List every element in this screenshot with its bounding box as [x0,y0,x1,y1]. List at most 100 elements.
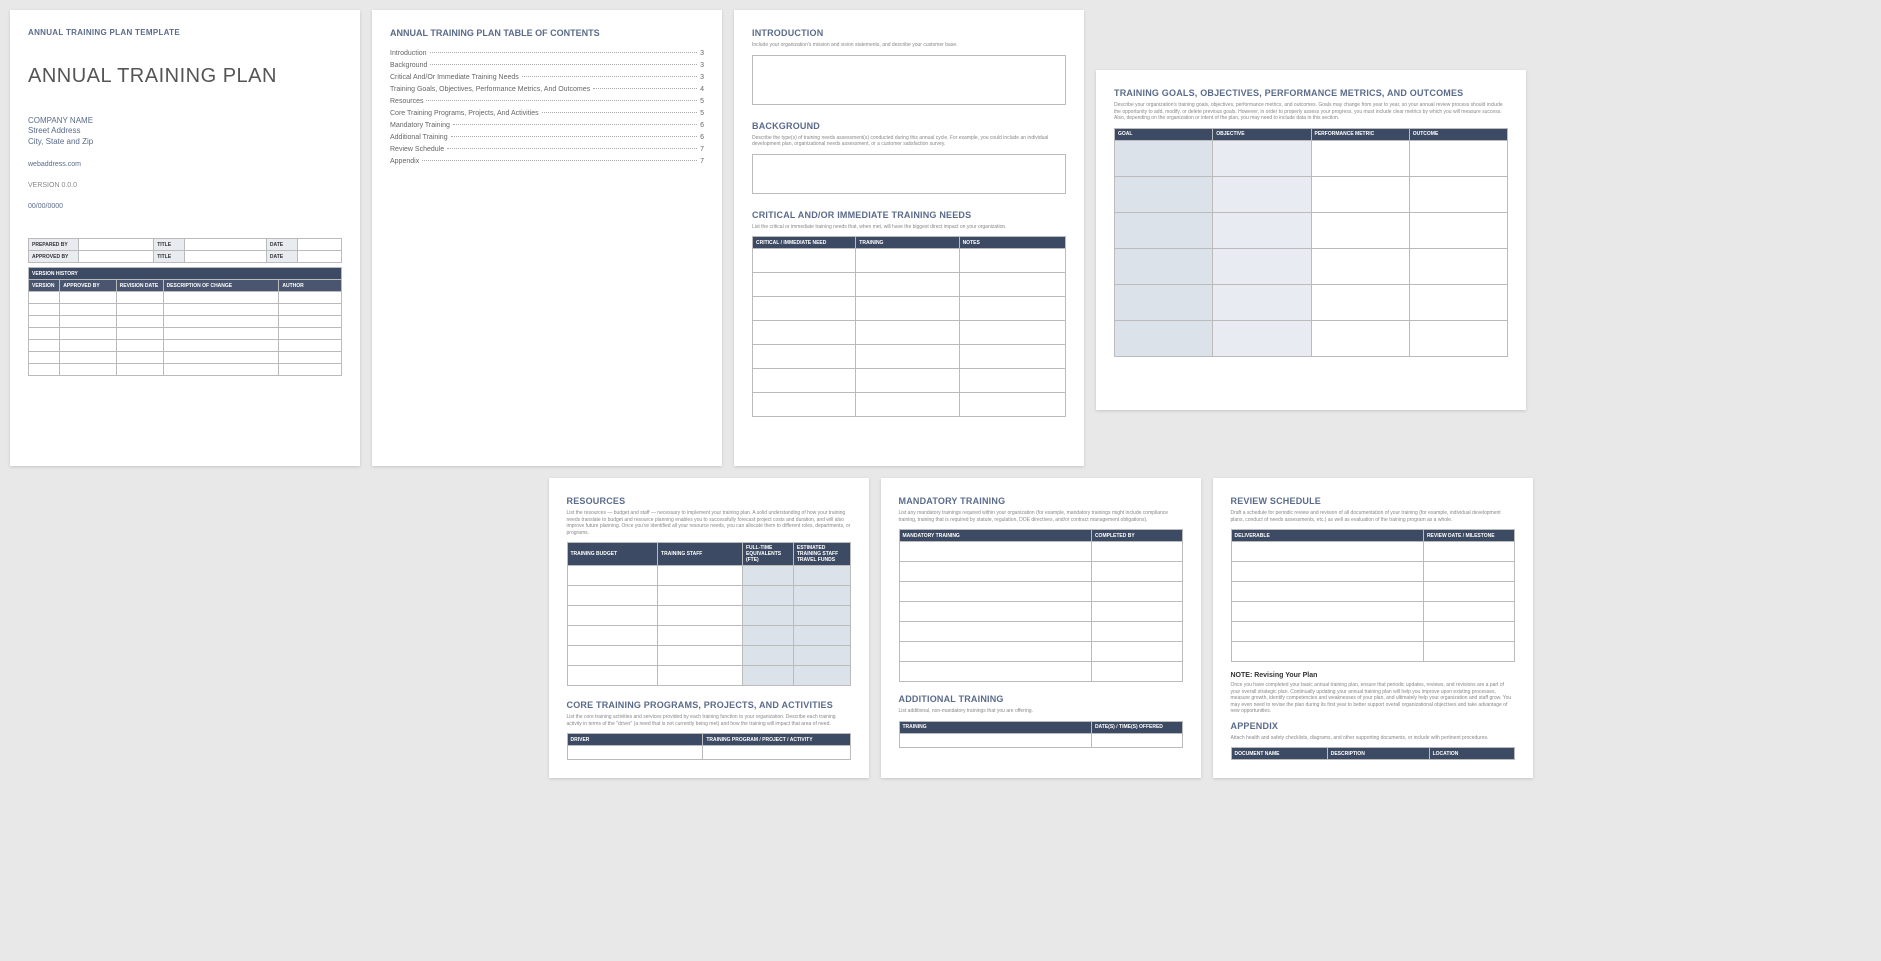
table-row[interactable] [1231,582,1514,602]
prepared-approved-table: PREPARED BY TITLE DATE APPROVED BY TITLE… [28,238,342,263]
goal-col-outcome: OUTCOME [1409,128,1507,140]
table-row[interactable] [1231,602,1514,622]
app-col-loc: LOCATION [1429,748,1514,760]
table-row[interactable] [753,249,1066,273]
city-state-zip: City, State and Zip [28,137,342,147]
critical-needs-table: CRITICAL / IMMEDIATE NEED TRAINING NOTES [752,236,1066,417]
background-desc: Describe the type(s) of training needs a… [752,135,1066,148]
table-row[interactable] [753,273,1066,297]
res-col-staff: TRAINING STAFF [658,543,743,566]
crit-col-notes: NOTES [959,237,1065,249]
table-row[interactable] [753,345,1066,369]
intro-title: INTRODUCTION [752,28,1066,38]
crit-col-need: CRITICAL / IMMEDIATE NEED [753,237,856,249]
table-row[interactable] [29,328,342,340]
table-row[interactable] [899,582,1182,602]
appendix-table: DOCUMENT NAME DESCRIPTION LOCATION [1231,747,1515,760]
page-3-intro: INTRODUCTION Include your organization's… [734,10,1084,466]
table-row[interactable] [899,622,1182,642]
table-row[interactable] [1115,140,1508,176]
table-row[interactable] [899,562,1182,582]
date-text: 00/00/0000 [28,203,342,210]
background-title: BACKGROUND [752,121,1066,131]
table-row[interactable] [753,393,1066,417]
res-col-fte: FULL-TIME EQUIVALENTS (FTE) [742,543,793,566]
res-col-travel: ESTIMATED TRAINING STAFF TRAVEL FUNDS [793,543,850,566]
table-row[interactable] [1231,642,1514,662]
table-row[interactable] [753,297,1066,321]
add-col-dates: DATE(S) / TIME(S) OFFERED [1091,721,1182,733]
additional-table: TRAINING DATE(S) / TIME(S) OFFERED [899,721,1183,748]
toc-item: Resources5 [390,98,704,105]
crit-col-training: TRAINING [856,237,959,249]
title-label-1: TITLE [154,239,185,251]
table-row[interactable] [567,566,850,586]
table-row[interactable] [567,626,850,646]
mand-col-completedby: COMPLETED BY [1091,530,1182,542]
table-row[interactable] [899,733,1182,747]
vh-col-desc: DESCRIPTION OF CHANGE [163,280,279,292]
intro-desc: Include your organization's mission and … [752,42,1066,49]
table-row[interactable] [567,746,850,760]
table-row[interactable] [567,646,850,666]
vh-col-version: VERSION [29,280,60,292]
title-value-1[interactable] [185,239,266,251]
toc-item: Review Schedule7 [390,146,704,153]
resources-desc: List the resources — budget and staff — … [567,510,851,536]
table-row[interactable] [29,292,342,304]
company-block: COMPANY NAME Street Address City, State … [28,116,342,147]
table-row[interactable] [1115,248,1508,284]
table-row[interactable] [899,602,1182,622]
intro-textbox[interactable] [752,55,1066,105]
street-address: Street Address [28,126,342,136]
core-col-program: TRAINING PROGRAM / PROJECT / ACTIVITY [703,734,850,746]
vh-col-approvedby: APPROVED BY [60,280,116,292]
table-row[interactable] [1115,176,1508,212]
prepared-by-value[interactable] [79,239,154,251]
table-row[interactable] [1115,284,1508,320]
critical-needs-title: CRITICAL AND/OR IMMEDIATE TRAINING NEEDS [752,210,1066,220]
goals-table: GOAL OBJECTIVE PERFORMANCE METRIC OUTCOM… [1114,128,1508,357]
table-row[interactable] [753,369,1066,393]
table-row[interactable] [1115,320,1508,356]
table-row[interactable] [899,542,1182,562]
additional-title: ADDITIONAL TRAINING [899,694,1183,704]
table-row[interactable] [1231,542,1514,562]
review-table: DELIVERABLE REVIEW DATE / MILESTONE [1231,529,1515,662]
table-row[interactable] [899,642,1182,662]
approved-by-value[interactable] [79,251,154,263]
table-row[interactable] [29,304,342,316]
toc-item: Critical And/Or Immediate Training Needs… [390,74,704,81]
toc-item: Appendix7 [390,158,704,165]
table-row[interactable] [1231,562,1514,582]
table-row[interactable] [29,364,342,376]
goals-desc: Describe your organization's training go… [1114,102,1508,122]
table-row[interactable] [1115,212,1508,248]
toc-item: Additional Training6 [390,134,704,141]
approved-by-label: APPROVED BY [29,251,79,263]
table-row[interactable] [899,662,1182,682]
toc-item: Core Training Programs, Projects, And Ac… [390,110,704,117]
table-row[interactable] [29,340,342,352]
goal-col-goal: GOAL [1115,128,1213,140]
date-value-2[interactable] [298,251,342,263]
goal-col-metric: PERFORMANCE METRIC [1311,128,1409,140]
core-desc: List the core training activities and se… [567,714,851,727]
title-value-2[interactable] [185,251,266,263]
rev-col-milestone: REVIEW DATE / MILESTONE [1423,530,1514,542]
background-textbox[interactable] [752,154,1066,194]
core-title: CORE TRAINING PROGRAMS, PROJECTS, AND AC… [567,700,851,710]
table-row[interactable] [29,352,342,364]
table-row[interactable] [1231,622,1514,642]
page-1-cover: ANNUAL TRAINING PLAN TEMPLATE ANNUAL TRA… [10,10,360,466]
table-row[interactable] [567,666,850,686]
table-row[interactable] [29,316,342,328]
appendix-desc: Attach health and safety checklists, dia… [1231,735,1515,742]
mandatory-title: MANDATORY TRAINING [899,496,1183,506]
table-row[interactable] [567,606,850,626]
prepared-by-label: PREPARED BY [29,239,79,251]
vh-col-author: AUTHOR [279,280,342,292]
table-row[interactable] [753,321,1066,345]
date-value-1[interactable] [298,239,342,251]
table-row[interactable] [567,586,850,606]
